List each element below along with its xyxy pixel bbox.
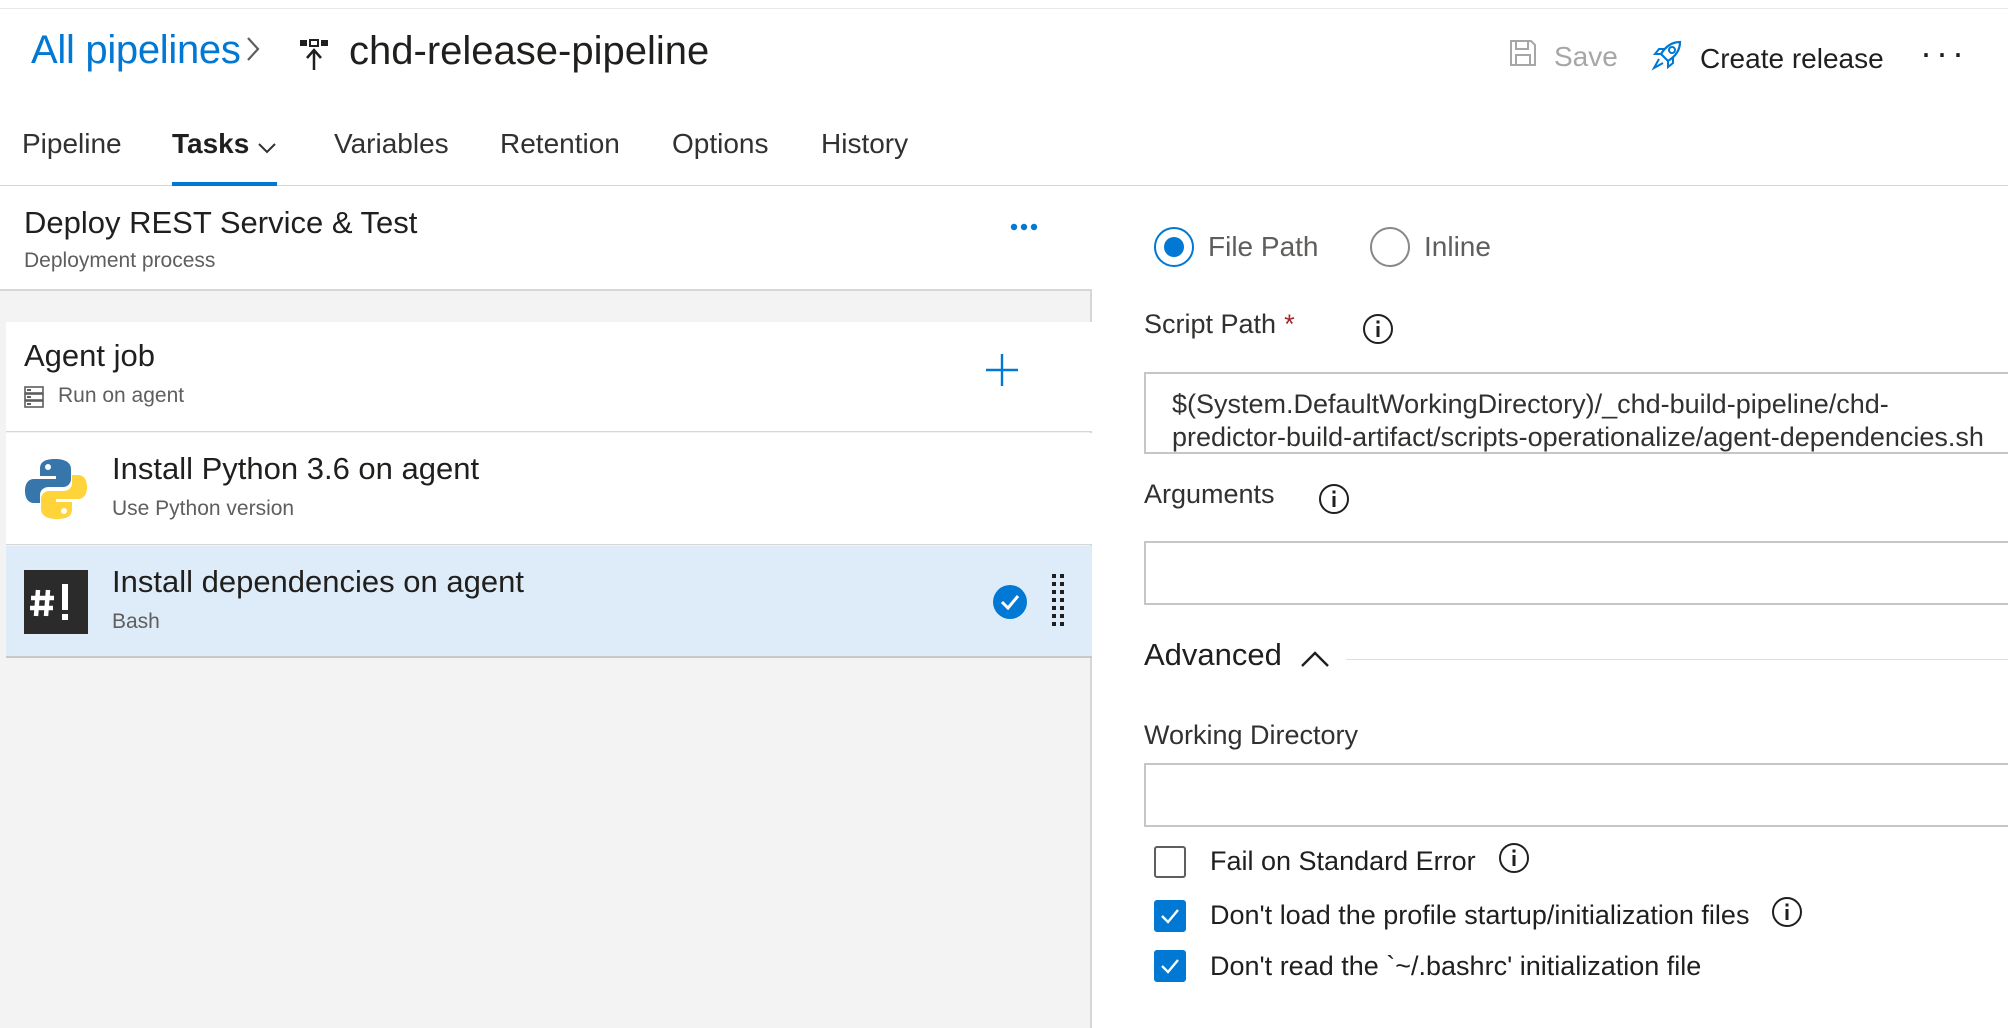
checkbox[interactable] (1154, 845, 1186, 878)
task-subtitle: Bash (112, 610, 160, 633)
tab-pipeline[interactable]: Pipeline (22, 128, 122, 186)
label-text: Script Path (1144, 309, 1277, 339)
more-actions-button[interactable]: ··· (1920, 32, 1968, 74)
script-path-label: Script Path * (1144, 309, 1295, 340)
arguments-input[interactable] (1144, 541, 2008, 605)
chevron-right-icon (246, 36, 260, 67)
agent-job-title: Agent job (24, 338, 155, 373)
info-icon[interactable] (1771, 896, 1803, 935)
task-settings-panel: File Path Inline Script Path * $(System.… (1094, 187, 2008, 1028)
checkbox-label: Fail on Standard Error (1210, 846, 1476, 876)
checkbox-label: Don't read the `~/.bashrc' initializatio… (1210, 950, 1702, 981)
create-release-button[interactable]: Create release (1650, 38, 1884, 79)
advanced-title: Advanced (1144, 637, 1282, 672)
save-label: Save (1554, 40, 1618, 72)
rocket-icon (1650, 38, 1684, 79)
agent-job-subtitle: Run on agent (58, 384, 185, 407)
chevron-up-icon (1300, 649, 1330, 674)
tab-variables[interactable]: Variables (334, 128, 449, 186)
checkbox-checked[interactable] (1154, 899, 1186, 932)
radio-label: Inline (1424, 231, 1491, 262)
working-directory-input[interactable] (1144, 763, 2008, 827)
deployment-process-header[interactable]: Deploy REST Service & Test Deployment pr… (0, 187, 1092, 291)
tab-label: Options (672, 128, 769, 159)
save-button[interactable]: Save (1508, 38, 1618, 75)
release-pipeline-icon (298, 38, 330, 77)
tab-tasks[interactable]: Tasks (172, 128, 278, 186)
tab-options[interactable]: Options (672, 128, 769, 186)
breadcrumb-all-pipelines[interactable]: All pipelines (31, 28, 241, 73)
process-more-button[interactable] (1010, 219, 1038, 237)
top-border (0, 0, 2008, 9)
tab-label: Retention (500, 128, 620, 159)
tab-retention[interactable]: Retention (500, 128, 620, 186)
radio-inline[interactable]: Inline (1370, 227, 1491, 267)
page-header: All pipelines chd-release-pipeline Save (0, 10, 2008, 106)
check-circle-icon (992, 584, 1028, 625)
python-icon (24, 457, 88, 521)
add-task-button[interactable] (984, 352, 1020, 393)
checkbox-label: Don't load the profile startup/initializ… (1210, 900, 1750, 930)
task-item-install-dependencies[interactable]: Install dependencies on agent Bash (6, 546, 1092, 658)
advanced-section-header[interactable]: Advanced (1144, 637, 2008, 677)
agent-job[interactable]: Agent job Run on agent (6, 322, 1092, 432)
script-path-line: predictor-build-artifact/scripts-operati… (1172, 422, 1984, 452)
bash-icon (24, 570, 88, 634)
process-title: Deploy REST Service & Test (24, 205, 418, 240)
label-text: Working Directory (1144, 720, 1359, 750)
create-release-label: Create release (1700, 42, 1884, 74)
radio-button-selected (1154, 227, 1194, 267)
radio-label: File Path (1208, 231, 1319, 262)
tab-label: History (821, 128, 909, 159)
checkbox-no-profile[interactable]: Don't load the profile startup/initializ… (1154, 896, 1803, 935)
info-icon[interactable] (1318, 483, 1350, 520)
section-divider (1346, 659, 2008, 660)
task-title: Install Python 3.6 on agent (112, 451, 480, 486)
tab-bar: Pipeline Tasks Variables Retention Optio… (0, 110, 2008, 186)
info-icon[interactable] (1498, 842, 1530, 881)
working-directory-label: Working Directory (1144, 720, 1358, 751)
tab-label: Variables (334, 128, 449, 159)
chevron-down-icon (257, 130, 277, 162)
save-icon (1508, 38, 1538, 75)
task-list-panel: Deploy REST Service & Test Deployment pr… (0, 187, 1092, 1028)
label-text: Arguments (1144, 479, 1275, 509)
radio-file-path[interactable]: File Path (1154, 227, 1319, 267)
script-path-line: $(System.DefaultWorkingDirectory)/_chd-b… (1172, 389, 1889, 419)
radio-button (1370, 227, 1410, 267)
page-title: chd-release-pipeline (349, 29, 710, 73)
process-subtitle: Deployment process (24, 249, 216, 272)
task-subtitle: Use Python version (112, 497, 295, 520)
server-icon (24, 386, 44, 413)
info-icon[interactable] (1362, 313, 1394, 350)
arguments-label: Arguments (1144, 479, 1275, 510)
checkbox-checked[interactable] (1154, 950, 1186, 982)
task-item-install-python[interactable]: Install Python 3.6 on agent Use Python v… (6, 433, 1092, 545)
task-title: Install dependencies on agent (112, 564, 524, 599)
script-path-input[interactable]: $(System.DefaultWorkingDirectory)/_chd-b… (1144, 372, 2008, 454)
script-path-value: $(System.DefaultWorkingDirectory)/_chd-b… (1172, 388, 1984, 452)
checkbox-fail-on-stderr[interactable]: Fail on Standard Error (1154, 842, 1530, 881)
tab-label: Pipeline (22, 128, 122, 159)
tab-label: Tasks (172, 128, 250, 159)
tab-history[interactable]: History (821, 128, 908, 186)
drag-handle-icon[interactable] (1050, 574, 1066, 635)
required-marker: * (1284, 309, 1295, 339)
checkbox-no-rc[interactable]: Don't read the `~/.bashrc' initializatio… (1154, 950, 1701, 982)
